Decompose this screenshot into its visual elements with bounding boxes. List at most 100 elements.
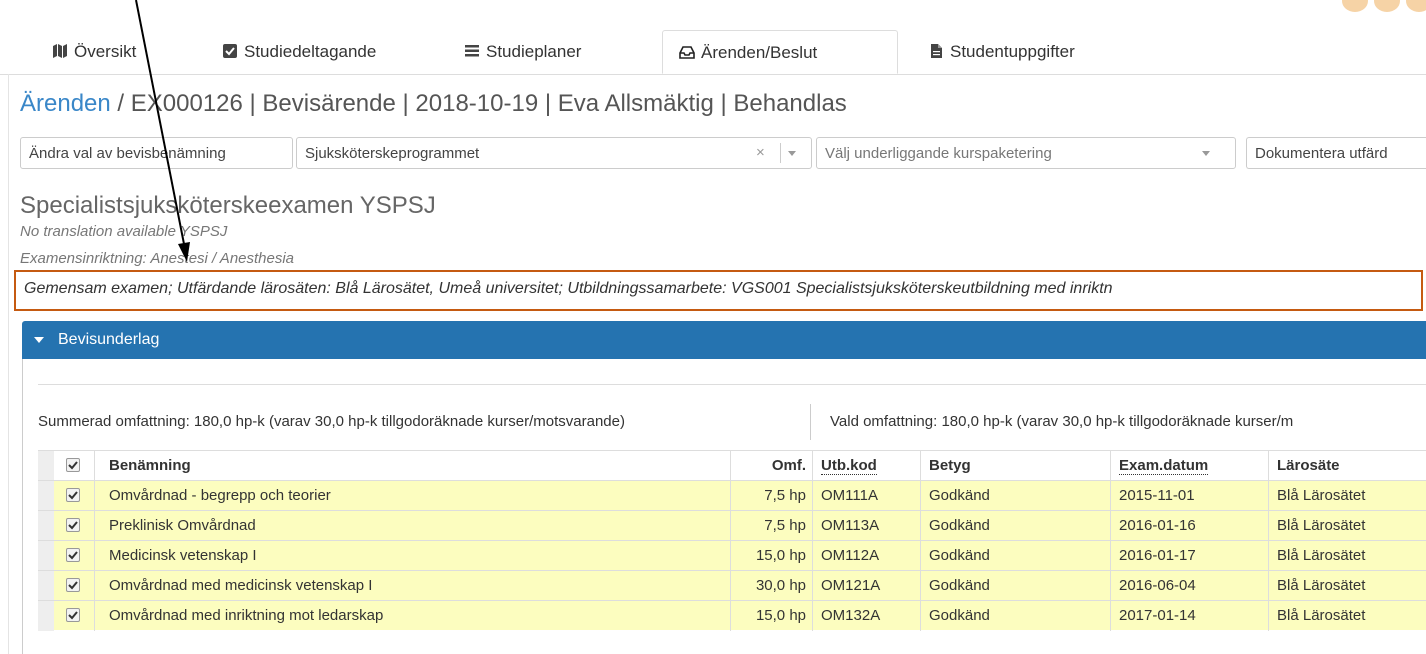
case-title: / EX000126 | Bevisärende | 2018-10-19 | … — [110, 90, 847, 117]
tab-studiedeltagande-label: Studiedeltagande — [244, 42, 377, 61]
program-select-value: Sjuksköterskeprogrammet — [305, 145, 480, 162]
exam-translation: No translation available YSPSJ — [20, 223, 228, 240]
cell-date: 2017-01-14 — [1110, 601, 1268, 631]
header-institution[interactable]: Lärosäte — [1268, 451, 1426, 481]
check-icon — [68, 521, 78, 530]
file-icon — [931, 44, 942, 58]
summary-total: Summerad omfattning: 180,0 hp-k (varav 3… — [38, 413, 625, 430]
breadcrumb-arenden-link[interactable]: Ärenden — [20, 90, 111, 117]
row-checkbox[interactable] — [66, 608, 80, 622]
header-scope[interactable]: Omf. — [730, 451, 812, 481]
check-square-icon — [223, 44, 237, 58]
cell-institution: Blå Lärosätet — [1268, 541, 1426, 571]
caret-down-icon — [34, 337, 44, 343]
row-gutter — [38, 571, 54, 601]
chevron-down-icon[interactable] — [788, 151, 796, 156]
tab-oversikt[interactable]: Översikt — [52, 30, 136, 74]
table-row[interactable]: Omvårdnad med inriktning mot ledarskap 1… — [38, 600, 1426, 631]
table-row[interactable]: Preklinisk Omvårdnad 7,5 hp OM113A Godkä… — [38, 510, 1426, 541]
decorative-blob — [1406, 0, 1426, 12]
panel-header-bevisunderlag[interactable]: Bevisunderlag — [22, 321, 1426, 359]
inbox-icon — [679, 46, 695, 59]
cell-date: 2016-01-16 — [1110, 511, 1268, 541]
cell-scope: 30,0 hp — [730, 571, 812, 601]
cell-scope: 15,0 hp — [730, 541, 812, 571]
panel-title: Bevisunderlag — [58, 331, 160, 348]
cell-grade: Godkänd — [920, 511, 1110, 541]
select-all-checkbox[interactable] — [66, 458, 80, 472]
cell-code: OM113A — [812, 511, 920, 541]
cell-grade: Godkänd — [920, 481, 1110, 511]
header-date-label: Exam.datum — [1119, 457, 1209, 475]
cell-code: OM112A — [812, 541, 920, 571]
exam-name: Specialistsjuksköterskeexamen YSPSJ — [20, 192, 436, 219]
cell-institution: Blå Lärosätet — [1268, 481, 1426, 511]
decorative-blob — [1342, 0, 1368, 12]
header-code[interactable]: Utb.kod — [812, 451, 920, 481]
cell-institution: Blå Lärosätet — [1268, 601, 1426, 631]
tab-studieplaner-label: Studieplaner — [486, 42, 582, 61]
document-issue-button[interactable]: Dokumentera utfärd — [1246, 137, 1426, 169]
clear-selection-icon[interactable]: × — [756, 137, 765, 169]
select-divider — [780, 143, 781, 163]
table-row[interactable]: Omvårdnad med medicinsk vetenskap I 30,0… — [38, 570, 1426, 601]
row-gutter — [38, 451, 54, 481]
cell-scope: 15,0 hp — [730, 601, 812, 631]
exam-direction: Examensinriktning: Anestesi / Anesthesia — [20, 250, 295, 267]
header-date[interactable]: Exam.datum — [1110, 451, 1268, 481]
page-title: Ärenden / EX000126 | Bevisärende | 2018-… — [20, 90, 847, 118]
row-checkbox[interactable] — [66, 578, 80, 592]
tab-arenden-beslut-label: Ärenden/Beslut — [701, 43, 818, 62]
package-select[interactable]: Välj underliggande kurspaketering — [816, 137, 1236, 169]
cell-institution: Blå Lärosätet — [1268, 511, 1426, 541]
cell-name: Preklinisk Omvårdnad — [94, 511, 730, 541]
top-strip — [0, 0, 1426, 10]
row-gutter — [38, 601, 54, 631]
cell-scope: 7,5 hp — [730, 481, 812, 511]
row-checkbox[interactable] — [66, 548, 80, 562]
table-row[interactable]: Omvårdnad - begrepp och teorier 7,5 hp O… — [38, 480, 1426, 511]
cell-code: OM132A — [812, 601, 920, 631]
tab-arenden-beslut[interactable]: Ärenden/Beslut — [662, 30, 898, 74]
cell-code: OM111A — [812, 481, 920, 511]
cell-grade: Godkänd — [920, 571, 1110, 601]
check-icon — [68, 581, 78, 590]
map-icon — [53, 44, 67, 58]
table-row[interactable]: Medicinsk vetenskap I 15,0 hp OM112A God… — [38, 540, 1426, 571]
divider — [38, 384, 1426, 385]
list-icon — [465, 45, 479, 57]
check-icon — [68, 611, 78, 620]
check-icon — [68, 551, 78, 560]
check-icon — [68, 491, 78, 500]
summary-selected: Vald omfattning: 180,0 hp-k (varav 30,0 … — [830, 413, 1294, 430]
program-select[interactable]: Sjuksköterskeprogrammet — [296, 137, 812, 169]
joint-exam-text: Gemensam examen; Utfärdande lärosäten: B… — [24, 280, 1113, 297]
header-grade[interactable]: Betyg — [920, 451, 1110, 481]
chevron-down-icon[interactable] — [1202, 151, 1210, 156]
header-code-label: Utb.kod — [821, 457, 877, 475]
tab-oversikt-label: Översikt — [74, 42, 137, 61]
content-border — [8, 74, 9, 654]
cell-date: 2016-06-04 — [1110, 571, 1268, 601]
tab-studiedeltagande[interactable]: Studiedeltagande — [222, 30, 376, 74]
row-checkbox[interactable] — [66, 488, 80, 502]
cell-institution: Blå Lärosätet — [1268, 571, 1426, 601]
tab-studentuppgifter[interactable]: Studentuppgifter — [928, 30, 1075, 74]
cell-scope: 7,5 hp — [730, 511, 812, 541]
cell-name: Omvårdnad med inriktning mot ledarskap — [94, 601, 730, 631]
cell-code: OM121A — [812, 571, 920, 601]
tab-studieplaner[interactable]: Studieplaner — [464, 30, 581, 74]
header-name[interactable]: Benämning — [94, 451, 730, 481]
summary-divider — [810, 404, 811, 440]
row-gutter — [38, 541, 54, 571]
cell-name: Omvårdnad med medicinsk vetenskap I — [94, 571, 730, 601]
change-certificate-name-button[interactable]: Ändra val av bevisbenämning — [20, 137, 293, 169]
cell-name: Medicinsk vetenskap I — [94, 541, 730, 571]
joint-exam-highlight: Gemensam examen; Utfärdande lärosäten: B… — [14, 270, 1423, 311]
row-checkbox[interactable] — [66, 518, 80, 532]
tab-bar: Översikt Studiedeltagande Studieplaner Ä… — [0, 30, 1426, 75]
cell-name: Omvårdnad - begrepp och teorier — [94, 481, 730, 511]
tab-studentuppgifter-label: Studentuppgifter — [950, 42, 1075, 61]
row-gutter — [38, 511, 54, 541]
row-gutter — [38, 481, 54, 511]
